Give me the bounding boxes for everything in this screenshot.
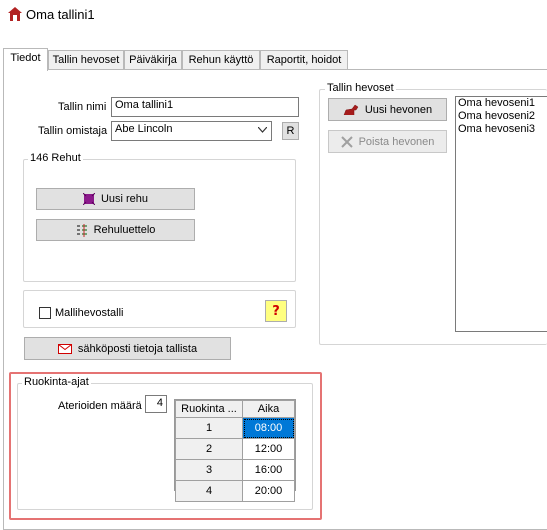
horse-list-item[interactable]: Oma hevoseni3 [456,123,547,136]
time-cell[interactable]: 12:00 [242,438,295,460]
r-button[interactable]: R [282,122,299,140]
help-button[interactable]: ? [265,300,287,322]
chevron-down-icon [258,127,267,133]
new-horse-label: Uusi hevonen [364,103,433,116]
row-number: 2 [175,438,243,460]
time-cell[interactable]: 16:00 [242,459,295,481]
title-bar: Oma tallini1 [0,0,547,30]
remove-icon [340,135,353,148]
tab-paivakirja[interactable]: Päiväkirja [124,50,182,70]
list-icon [76,223,87,237]
tab-rehun-kaytto[interactable]: Rehun käyttö [182,50,260,70]
feed-list-button[interactable]: Rehuluettelo [36,219,195,241]
tab-tallin-hevoset[interactable]: Tallin hevoset [48,50,124,70]
model-stable-label: Mallihevostalli [55,307,124,319]
feeds-group-title: 146 Rehut [28,152,83,164]
email-stable-button[interactable]: sähköposti tietoja tallista [24,337,231,360]
table-row[interactable]: 1 08:00 [175,417,295,439]
table-row[interactable]: 2 12:00 [175,438,295,460]
feed-list-label: Rehuluettelo [93,224,156,236]
horse-list-item[interactable]: Oma hevoseni1 [456,97,547,110]
meals-count-label: Aterioiden määrä [58,400,142,412]
stable-name-label: Tallin nimi [58,101,107,113]
new-horse-button[interactable]: Uusi hevonen [328,98,447,121]
time-cell[interactable]: 08:00 [242,417,295,439]
feeding-group-title: Ruokinta-ajat [22,376,91,388]
model-stable-checkbox[interactable] [39,307,51,319]
envelope-icon [57,343,72,354]
remove-horse-label: Poista hevonen [358,135,435,148]
time-cell[interactable]: 20:00 [242,480,295,502]
stable-owner-value: Abe Lincoln [115,123,173,135]
tab-tiedot[interactable]: Tiedot [3,48,48,71]
column-header-feeding[interactable]: Ruokinta ... [175,400,243,418]
horse-icon [343,104,359,115]
tab-raportit-hoidot[interactable]: Raportit, hoidot [260,50,348,70]
horse-list-item[interactable]: Oma hevoseni2 [456,110,547,123]
row-number: 1 [175,417,243,439]
window-title: Oma tallini1 [26,7,95,22]
row-number: 4 [175,480,243,502]
email-stable-label: sähköposti tietoja tallista [77,342,198,355]
horse-list[interactable]: Oma hevoseni1 Oma hevoseni2 Oma hevoseni… [455,96,547,332]
row-number: 3 [175,459,243,481]
barn-icon [8,7,22,21]
feed-icon [82,193,95,205]
meals-count-input[interactable]: 4 [145,395,167,413]
stable-owner-select[interactable]: Abe Lincoln [111,121,272,141]
table-row[interactable]: 3 16:00 [175,459,295,481]
new-feed-button[interactable]: Uusi rehu [36,188,195,210]
stable-name-input[interactable]: Oma tallini1 [111,97,299,117]
table-row[interactable]: 4 20:00 [175,480,295,502]
stable-owner-label: Tallin omistaja [38,125,108,137]
feeding-times-grid[interactable]: Ruokinta ... Aika 1 08:00 2 12:00 3 16:0… [174,399,296,502]
new-feed-label: Uusi rehu [100,193,149,205]
tab-strip: Tiedot Tallin hevoset Päiväkirja Rehun k… [0,48,547,71]
question-icon: ? [272,303,280,319]
horses-group-title: Tallin hevoset [325,82,396,94]
column-header-time[interactable]: Aika [242,400,295,418]
remove-horse-button[interactable]: Poista hevonen [328,130,447,153]
